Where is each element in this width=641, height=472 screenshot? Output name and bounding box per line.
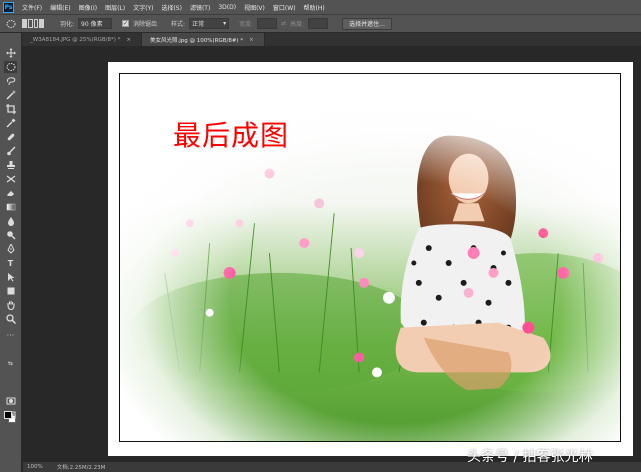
- menu-image[interactable]: 图像(I): [75, 3, 101, 12]
- tab-label: 美女风光照.jpg @ 100%(RGB/8#) *: [149, 37, 244, 44]
- width-input[interactable]: [257, 18, 278, 29]
- zoom-icon[interactable]: [4, 313, 17, 325]
- eraser-icon[interactable]: [4, 187, 17, 199]
- chevron-down-icon: ▾: [223, 20, 227, 27]
- menu-bar: Ps 文件(F) 编辑(E) 图像(I) 图层(L) 文字(Y) 选择(S) 滤…: [0, 0, 641, 14]
- menu-view[interactable]: 视图(V): [240, 3, 269, 12]
- menu-select[interactable]: 选择(S): [157, 3, 186, 12]
- height-label: 高度:: [290, 21, 305, 28]
- eyedropper-icon[interactable]: [4, 117, 17, 129]
- feather-label: 羽化:: [60, 21, 75, 28]
- gradient-icon[interactable]: [4, 201, 17, 213]
- healing-brush-icon[interactable]: [4, 131, 17, 143]
- dodge-icon[interactable]: [4, 229, 17, 241]
- subtract-selection-icon[interactable]: [33, 19, 39, 28]
- quick-mask-icon[interactable]: [4, 395, 17, 407]
- feather-input[interactable]: 90 像素: [78, 18, 113, 29]
- width-label: 宽度:: [239, 21, 254, 28]
- tools-panel: T ··· ⇆: [0, 33, 22, 472]
- move-icon[interactable]: [4, 47, 17, 59]
- hand-icon[interactable]: [4, 299, 17, 311]
- swap-icon[interactable]: ⇄: [281, 20, 286, 27]
- menu-edit[interactable]: 编辑(E): [46, 3, 74, 12]
- style-label: 样式:: [171, 21, 186, 28]
- tab-w3a8184[interactable]: _W3A8184.JPG @ 25%(RGB/8*) * ×: [22, 33, 142, 46]
- intersect-selection-icon[interactable]: [39, 19, 44, 28]
- canvas-title-text: 最后成图: [173, 119, 290, 152]
- canvas-workspace[interactable]: 最后成图: [23, 46, 641, 462]
- blur-icon[interactable]: [4, 215, 17, 227]
- select-and-mask-button[interactable]: 选择并遮住...: [342, 17, 392, 30]
- history-brush-icon[interactable]: [4, 173, 17, 185]
- photo-frame: 最后成图: [119, 73, 621, 442]
- tab-label: _W3A8184.JPG @ 25%(RGB/8*) *: [30, 36, 121, 43]
- close-icon[interactable]: ×: [126, 37, 131, 43]
- add-selection-icon[interactable]: [27, 19, 33, 28]
- document-canvas[interactable]: 最后成图: [108, 62, 633, 456]
- crop-icon[interactable]: [4, 103, 17, 115]
- style-value: 正常: [192, 21, 205, 28]
- tab-beauty-landscape[interactable]: 美女风光照.jpg @ 100%(RGB/8#) * ×: [141, 33, 265, 46]
- brush-icon[interactable]: [4, 145, 17, 157]
- antialias-label: 消除锯齿: [133, 21, 158, 28]
- elliptical-marquee-preset-icon[interactable]: [4, 18, 18, 30]
- foreground-color-swatch[interactable]: [4, 411, 12, 419]
- style-select[interactable]: 正常 ▾: [189, 18, 230, 29]
- more-icon[interactable]: ···: [4, 329, 17, 341]
- document-info[interactable]: 文档:2.25M/2.23M: [57, 463, 106, 471]
- menu-help[interactable]: 帮助(H): [300, 3, 329, 12]
- document-tabs: _W3A8184.JPG @ 25%(RGB/8*) * × 美女风光照.jpg…: [22, 33, 641, 46]
- lasso-icon[interactable]: [4, 75, 17, 87]
- zoom-level[interactable]: 100%: [27, 464, 43, 470]
- watermark-text: 头条号 / 拍客张光林: [467, 449, 593, 465]
- swap-colors-icon[interactable]: ⇆: [4, 357, 17, 369]
- height-input[interactable]: [308, 18, 329, 29]
- menu-file[interactable]: 文件(F): [18, 3, 46, 12]
- antialias-checkbox[interactable]: ✓: [122, 20, 130, 27]
- clone-stamp-icon[interactable]: [4, 159, 17, 171]
- type-icon[interactable]: T: [4, 257, 17, 269]
- magic-wand-icon[interactable]: [4, 89, 17, 101]
- options-bar: 羽化: 90 像素 ✓ 消除锯齿 样式: 正常 ▾ 宽度: ⇄ 高度: 选择并遮…: [0, 14, 641, 33]
- photoshop-logo: Ps: [3, 1, 14, 13]
- menu-filter[interactable]: 滤镜(T): [186, 3, 214, 12]
- menu-3d[interactable]: 3D(D): [214, 4, 240, 11]
- selection-mode-group: [22, 17, 44, 30]
- menu-layer[interactable]: 图层(L): [101, 3, 129, 12]
- marquee-icon[interactable]: [4, 61, 17, 73]
- close-icon[interactable]: ×: [249, 37, 254, 43]
- shape-icon[interactable]: [4, 285, 17, 297]
- path-selection-icon[interactable]: [4, 271, 17, 283]
- new-selection-icon[interactable]: [22, 19, 27, 28]
- menu-type[interactable]: 文字(Y): [129, 3, 157, 12]
- pen-icon[interactable]: [4, 243, 17, 255]
- menu-window[interactable]: 窗口(W): [269, 3, 300, 12]
